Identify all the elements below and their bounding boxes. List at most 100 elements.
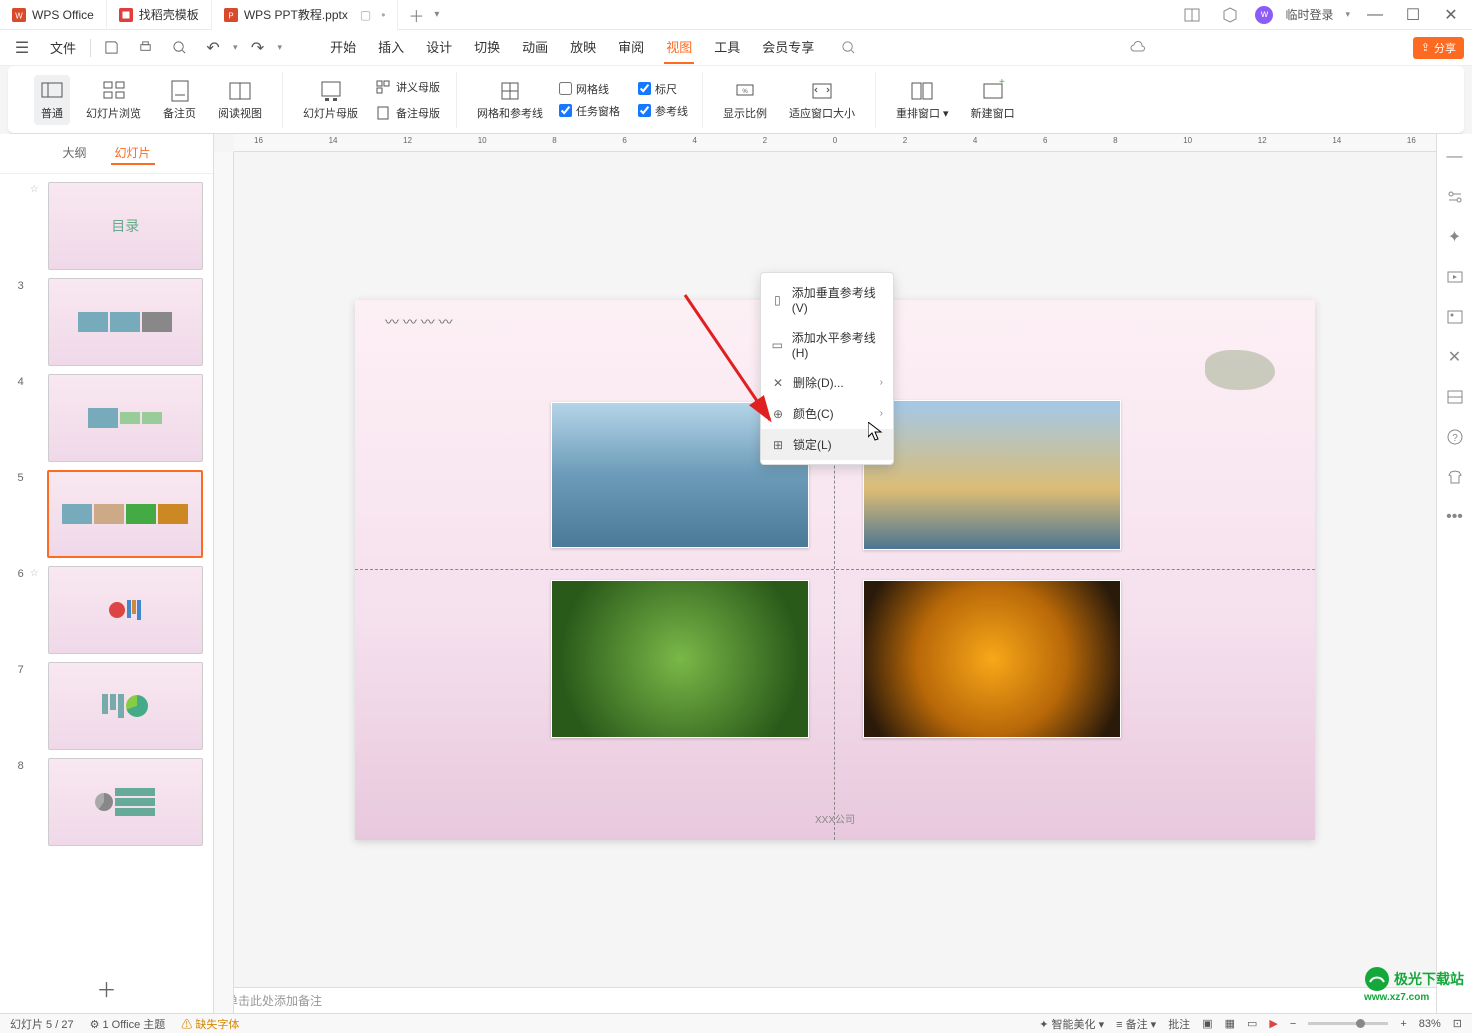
missing-font-warning[interactable]: ⚠ 缺失字体 bbox=[181, 1016, 239, 1032]
tab-transition[interactable]: 切换 bbox=[472, 31, 502, 64]
tab-design[interactable]: 设计 bbox=[424, 31, 454, 64]
window-layout-icon[interactable] bbox=[1179, 2, 1205, 28]
guide-h-icon: ▭ bbox=[771, 338, 784, 352]
view-slideshow-icon[interactable]: ▶ bbox=[1269, 1017, 1277, 1030]
guide-horizontal[interactable] bbox=[355, 569, 1315, 570]
view-notes-button[interactable]: 备注页 bbox=[157, 75, 202, 125]
cube-icon[interactable] bbox=[1217, 2, 1243, 28]
rail-sparkle-icon[interactable]: ✦ bbox=[1444, 226, 1466, 248]
tab-more-icon[interactable]: • bbox=[381, 8, 385, 22]
notes-pane[interactable]: 单击此处添加备注 bbox=[214, 987, 1436, 1013]
tab-start[interactable]: 开始 bbox=[328, 31, 358, 64]
view-sorter-button[interactable]: 幻灯片浏览 bbox=[80, 75, 147, 125]
rail-layout-icon[interactable] bbox=[1444, 386, 1466, 408]
undo-icon[interactable]: ↶ bbox=[199, 34, 227, 62]
tab-readmode-icon[interactable]: ▢ bbox=[360, 8, 371, 22]
fit-window-button[interactable]: 适应窗口大小 bbox=[783, 75, 861, 125]
zoom-slider[interactable] bbox=[1308, 1022, 1388, 1025]
tab-insert[interactable]: 插入 bbox=[376, 31, 406, 64]
tab-slideshow[interactable]: 放映 bbox=[568, 31, 598, 64]
slide-image-leaves[interactable] bbox=[551, 580, 809, 738]
slide-thumb[interactable] bbox=[48, 662, 204, 750]
notes-master-button[interactable]: 备注母版 bbox=[374, 103, 442, 123]
lock-icon: ⊞ bbox=[771, 438, 785, 452]
tab-tools[interactable]: 工具 bbox=[712, 31, 742, 64]
slide-image-maple[interactable] bbox=[863, 580, 1121, 738]
grid-guides-button[interactable]: 网格和参考线 bbox=[471, 75, 549, 125]
rail-minus-icon[interactable]: — bbox=[1444, 146, 1466, 168]
star-icon[interactable]: ☆ bbox=[30, 182, 42, 195]
avatar[interactable]: w bbox=[1255, 6, 1273, 24]
beautify-button[interactable]: ✦ 智能美化 ▾ bbox=[1039, 1016, 1104, 1032]
taskpane-checkbox[interactable]: 任务窗格 bbox=[559, 103, 620, 119]
thumbnail-list[interactable]: ☆目录 3 4 5 6☆ 7 8 bbox=[0, 174, 213, 964]
zoom-out-button[interactable]: − bbox=[1290, 1018, 1296, 1030]
print-icon[interactable] bbox=[131, 34, 159, 62]
ctx-color[interactable]: ⊕颜色(C)› bbox=[761, 398, 893, 429]
star-icon[interactable]: ☆ bbox=[30, 566, 42, 579]
zoom-in-button[interactable]: + bbox=[1400, 1018, 1406, 1030]
rail-image-icon[interactable] bbox=[1444, 306, 1466, 328]
rail-help-icon[interactable]: ? bbox=[1444, 426, 1466, 448]
rail-settings-icon[interactable] bbox=[1444, 186, 1466, 208]
ctx-add-vertical-guide[interactable]: ▯添加垂直参考线(V) bbox=[761, 277, 893, 322]
maximize-button[interactable]: ☐ bbox=[1400, 2, 1426, 28]
slide-thumb[interactable] bbox=[48, 566, 204, 654]
fit-button[interactable]: ⊡ bbox=[1453, 1017, 1462, 1030]
new-tab-button[interactable]: ＋ bbox=[398, 3, 434, 27]
rail-shirt-icon[interactable] bbox=[1444, 466, 1466, 488]
guides-checkbox[interactable]: 参考线 bbox=[638, 103, 688, 119]
view-normal-button[interactable]: 普通 bbox=[34, 75, 70, 125]
zoom-button[interactable]: %显示比例 bbox=[717, 75, 773, 125]
view-reading-icon[interactable]: ▭ bbox=[1247, 1017, 1257, 1030]
file-menu[interactable]: 文件 bbox=[42, 38, 84, 57]
preview-icon[interactable] bbox=[165, 34, 193, 62]
view-sorter-icon[interactable]: ▦ bbox=[1225, 1017, 1235, 1030]
outline-tab[interactable]: 大纲 bbox=[58, 142, 90, 165]
slide-image-lake[interactable] bbox=[863, 400, 1121, 550]
app-tab-template[interactable]: 找稻壳模板 bbox=[107, 0, 212, 30]
tab-dropdown[interactable]: ▾ bbox=[434, 9, 439, 20]
login-text[interactable]: 临时登录 bbox=[1285, 6, 1333, 23]
zoom-level[interactable]: 83% bbox=[1419, 1018, 1441, 1030]
rail-tools-icon[interactable]: ✕ bbox=[1444, 346, 1466, 368]
slide-master-button[interactable]: 幻灯片母版 bbox=[297, 75, 364, 125]
handout-master-button[interactable]: 讲义母版 bbox=[374, 77, 442, 97]
slides-tab[interactable]: 幻灯片 bbox=[111, 142, 155, 165]
rail-play-icon[interactable] bbox=[1444, 266, 1466, 288]
share-button[interactable]: ⇪分享 bbox=[1413, 37, 1464, 59]
app-tab-document[interactable]: P WPS PPT教程.pptx ▢ • bbox=[212, 0, 399, 30]
slide-thumb[interactable] bbox=[48, 374, 204, 462]
notes-toggle[interactable]: ≡ 备注 ▾ bbox=[1116, 1016, 1156, 1032]
tab-view[interactable]: 视图 bbox=[664, 31, 694, 64]
tab-animation[interactable]: 动画 bbox=[520, 31, 550, 64]
gridlines-checkbox[interactable]: 网格线 bbox=[559, 81, 620, 97]
ctx-delete[interactable]: ✕删除(D)...› bbox=[761, 367, 893, 398]
new-window-button[interactable]: +新建窗口 bbox=[965, 75, 1021, 125]
ctx-lock[interactable]: ⊞锁定(L) bbox=[761, 429, 893, 460]
view-normal-icon[interactable]: ▣ bbox=[1202, 1017, 1212, 1030]
tab-review[interactable]: 审阅 bbox=[616, 31, 646, 64]
slide-thumb-selected[interactable] bbox=[47, 470, 203, 558]
minimize-button[interactable]: — bbox=[1362, 2, 1388, 28]
view-reading-button[interactable]: 阅读视图 bbox=[212, 75, 268, 125]
rail-more-icon[interactable]: ••• bbox=[1444, 506, 1466, 528]
app-tab-wps[interactable]: W WPS Office bbox=[0, 0, 107, 30]
save-icon[interactable] bbox=[97, 34, 125, 62]
redo-icon[interactable]: ↷ bbox=[244, 34, 272, 62]
tab-member[interactable]: 会员专享 bbox=[760, 31, 816, 64]
menu-tabs: 开始 插入 设计 切换 动画 放映 审阅 视图 工具 会员专享 bbox=[328, 31, 816, 64]
close-button[interactable]: ✕ bbox=[1438, 2, 1464, 28]
slide-thumb[interactable] bbox=[48, 278, 204, 366]
arrange-windows-button[interactable]: 重排窗口 ▾ bbox=[890, 75, 955, 125]
search-icon[interactable] bbox=[834, 34, 862, 62]
theme-indicator[interactable]: ⚙ 1 Office 主题 bbox=[90, 1016, 166, 1032]
ctx-add-horizontal-guide[interactable]: ▭添加水平参考线(H) bbox=[761, 322, 893, 367]
menu-hamburger-icon[interactable]: ☰ bbox=[8, 34, 36, 62]
cloud-icon[interactable] bbox=[1124, 34, 1152, 62]
add-slide-button[interactable]: ＋ bbox=[0, 964, 213, 1013]
slide-thumb[interactable] bbox=[48, 758, 204, 846]
comment-toggle[interactable]: 批注 bbox=[1168, 1016, 1190, 1032]
ruler-checkbox[interactable]: 标尺 bbox=[638, 81, 688, 97]
slide-thumb[interactable]: 目录 bbox=[48, 182, 204, 270]
